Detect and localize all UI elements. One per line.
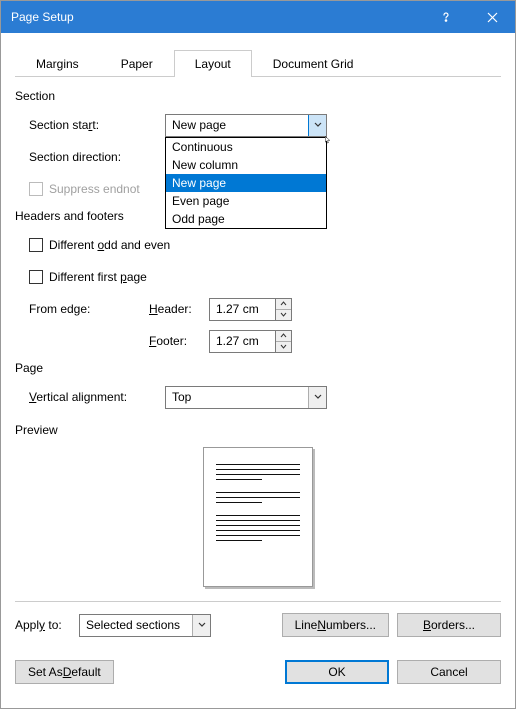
cancel-button[interactable]: Cancel xyxy=(397,660,501,684)
option-new-page[interactable]: New page xyxy=(166,174,326,192)
borders-button[interactable]: Borders... xyxy=(397,613,501,637)
option-odd-page[interactable]: Odd page xyxy=(166,210,326,228)
header-input[interactable] xyxy=(209,298,275,321)
apply-to-combo[interactable]: Selected sections xyxy=(79,614,211,637)
option-even-page[interactable]: Even page xyxy=(166,192,326,210)
preview-thumbnail xyxy=(203,447,313,587)
preview-label: Preview xyxy=(15,423,501,437)
valign-value: Top xyxy=(166,390,308,404)
diff-odd-even-label: Different odd and even xyxy=(49,238,170,252)
section-direction-label: Section direction: xyxy=(29,150,165,164)
tab-paper[interactable]: Paper xyxy=(100,50,174,77)
spin-down-icon[interactable] xyxy=(276,310,291,320)
option-new-column[interactable]: New column xyxy=(166,156,326,174)
ok-button[interactable]: OK xyxy=(285,660,389,684)
section-start-label: Section start: xyxy=(29,118,165,132)
diff-first-page-checkbox[interactable] xyxy=(29,270,43,284)
footer-input[interactable] xyxy=(209,330,275,353)
chevron-down-icon[interactable] xyxy=(192,615,210,636)
suppress-endnotes-label: Suppress endnot xyxy=(49,182,140,196)
footer-label: Footer: xyxy=(149,334,209,348)
spin-up-icon[interactable] xyxy=(276,331,291,342)
footer-spinner[interactable] xyxy=(209,330,292,353)
close-button[interactable] xyxy=(469,1,515,33)
diff-first-page-label: Different first page xyxy=(49,270,147,284)
chevron-down-icon[interactable] xyxy=(308,387,326,408)
header-label: Header: xyxy=(149,302,209,316)
spin-down-icon[interactable] xyxy=(276,342,291,352)
help-button[interactable] xyxy=(423,1,469,33)
spin-up-icon[interactable] xyxy=(276,299,291,310)
header-spinner[interactable] xyxy=(209,298,292,321)
valign-combo[interactable]: Top xyxy=(165,386,327,409)
section-start-value: New page xyxy=(166,118,308,132)
chevron-down-icon[interactable] xyxy=(308,115,326,136)
section-start-dropdown: Continuous New column New page Even page… xyxy=(165,137,327,229)
from-edge-label: From edge: xyxy=(29,302,149,316)
tab-document-grid[interactable]: Document Grid xyxy=(252,50,375,77)
valign-label: Vertical alignment: xyxy=(29,390,165,404)
titlebar: Page Setup xyxy=(1,1,515,33)
option-continuous[interactable]: Continuous xyxy=(166,138,326,156)
dialog-title: Page Setup xyxy=(11,10,423,24)
section-start-combo[interactable]: New page Continuous New column New page … xyxy=(165,114,327,137)
apply-to-value: Selected sections xyxy=(80,618,192,632)
page-group-label: Page xyxy=(15,361,501,375)
set-as-default-button[interactable]: Set As Default xyxy=(15,660,114,684)
apply-to-label: Apply to: xyxy=(15,618,79,632)
suppress-endnotes-checkbox xyxy=(29,182,43,196)
line-numbers-button[interactable]: Line Numbers... xyxy=(282,613,389,637)
tab-strip: Margins Paper Layout Document Grid xyxy=(15,49,501,77)
tab-layout[interactable]: Layout xyxy=(174,50,252,77)
section-group-label: Section xyxy=(15,89,501,103)
cursor-icon xyxy=(324,136,332,144)
tab-margins[interactable]: Margins xyxy=(15,50,100,77)
diff-odd-even-checkbox[interactable] xyxy=(29,238,43,252)
